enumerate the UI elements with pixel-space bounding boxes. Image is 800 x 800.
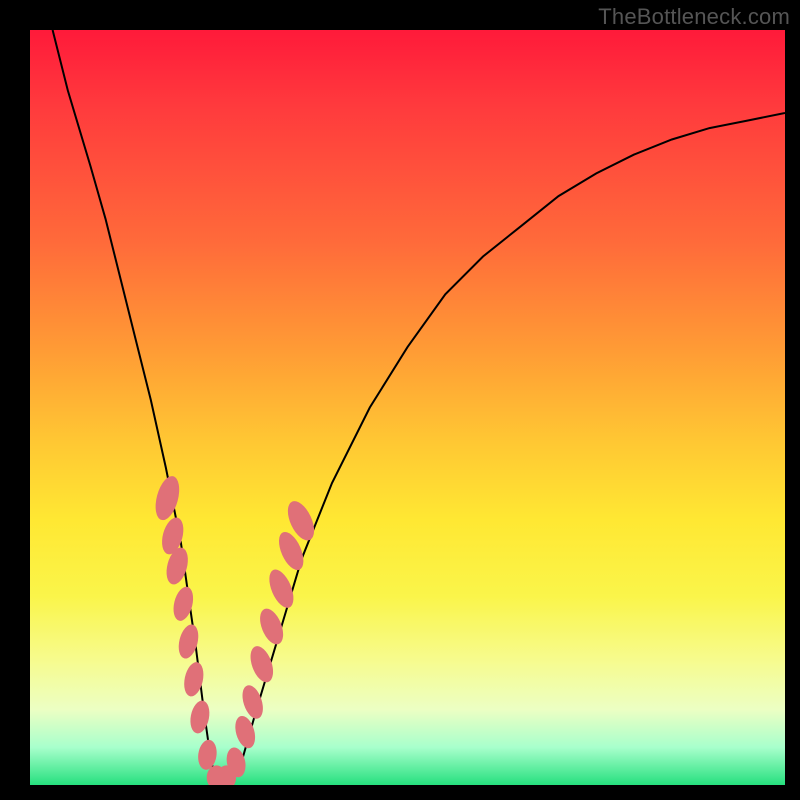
curve-marker [188,699,212,735]
curve-markers [151,474,319,785]
plot-area [30,30,785,785]
watermark-text: TheBottleneck.com [598,4,790,30]
curve-svg [30,30,785,785]
curve-marker [255,605,287,647]
curve-marker [246,643,277,685]
curve-marker [151,474,183,523]
bottleneck-curve [53,30,785,785]
chart-frame: TheBottleneck.com [0,0,800,800]
